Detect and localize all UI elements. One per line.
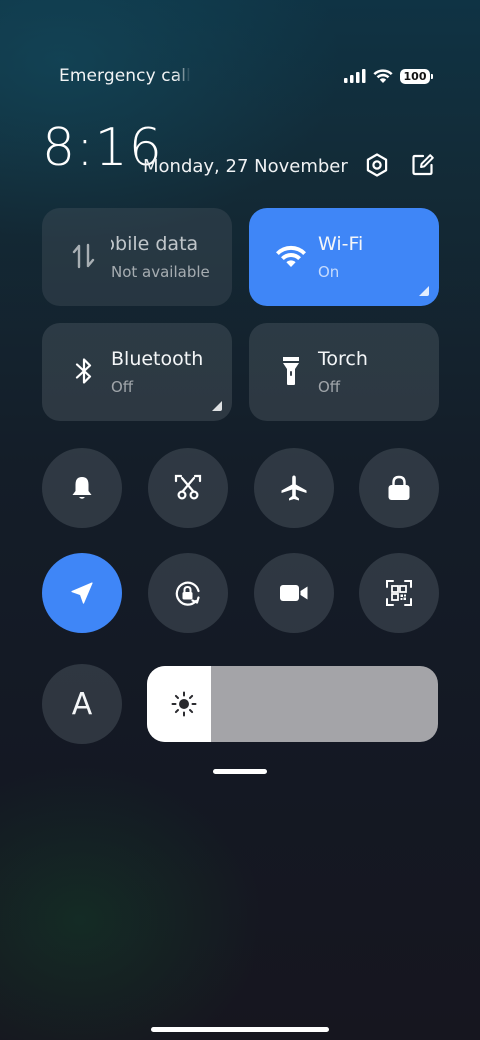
font-size-icon: A: [71, 686, 93, 722]
cellular-signal-icon: [344, 69, 366, 83]
font-size-button[interactable]: A: [42, 664, 122, 744]
bluetooth-icon: [66, 353, 102, 389]
battery-icon: 100: [400, 68, 433, 84]
bluetooth-tile[interactable]: Bluetooth Off: [42, 323, 232, 421]
settings-icon[interactable]: [363, 151, 391, 179]
scissors-screenshot-icon: [173, 473, 203, 503]
auto-rotate-toggle[interactable]: [148, 553, 228, 633]
brightness-slider[interactable]: [147, 666, 438, 742]
screen-recorder-toggle[interactable]: [254, 553, 334, 633]
status-carrier-text: Emergency calls: [59, 66, 191, 86]
torch-icon: [273, 353, 309, 389]
bluetooth-status: Off: [111, 378, 134, 396]
torch-status: Off: [318, 378, 341, 396]
bluetooth-title: Bluetooth: [111, 348, 204, 370]
mobile-data-title: Mobile data: [111, 233, 199, 255]
home-indicator[interactable]: [151, 1027, 329, 1032]
airplane-mode-toggle[interactable]: [254, 448, 334, 528]
wifi-title: Wi-Fi: [318, 233, 364, 255]
battery-level: 100: [403, 69, 427, 83]
status-icons: 100: [344, 66, 434, 86]
torch-tile[interactable]: Torch Off: [249, 323, 439, 421]
location-toggle[interactable]: [42, 553, 122, 633]
wifi-icon: [372, 68, 394, 84]
brightness-sun-icon: [169, 689, 199, 719]
date-text: Monday, 27 November: [143, 156, 348, 177]
lock-icon: [386, 474, 412, 502]
mobile-data-status: Not available: [111, 263, 210, 281]
mobile-data-tile[interactable]: Mobile data Not available: [42, 208, 232, 306]
video-camera-icon: [279, 582, 309, 604]
silent-mode-toggle[interactable]: [42, 448, 122, 528]
screenshot-toggle[interactable]: [148, 448, 228, 528]
rotation-lock-icon: [172, 577, 204, 609]
wifi-expand-corner[interactable]: [419, 286, 429, 296]
bluetooth-expand-corner[interactable]: [212, 401, 222, 411]
airplane-icon: [279, 473, 309, 503]
location-arrow-icon: [69, 580, 95, 606]
wifi-status: On: [318, 263, 340, 281]
panel-drag-handle[interactable]: [213, 769, 267, 774]
lock-screen-toggle[interactable]: [359, 448, 439, 528]
edit-icon[interactable]: [409, 151, 437, 179]
bell-icon: [68, 474, 96, 502]
torch-title: Torch: [318, 348, 368, 370]
scanner-toggle[interactable]: [359, 553, 439, 633]
qr-scanner-icon: [384, 578, 414, 608]
mobile-data-icon: [66, 238, 102, 274]
wifi-icon: [273, 238, 309, 274]
wifi-tile[interactable]: Wi-Fi On: [249, 208, 439, 306]
